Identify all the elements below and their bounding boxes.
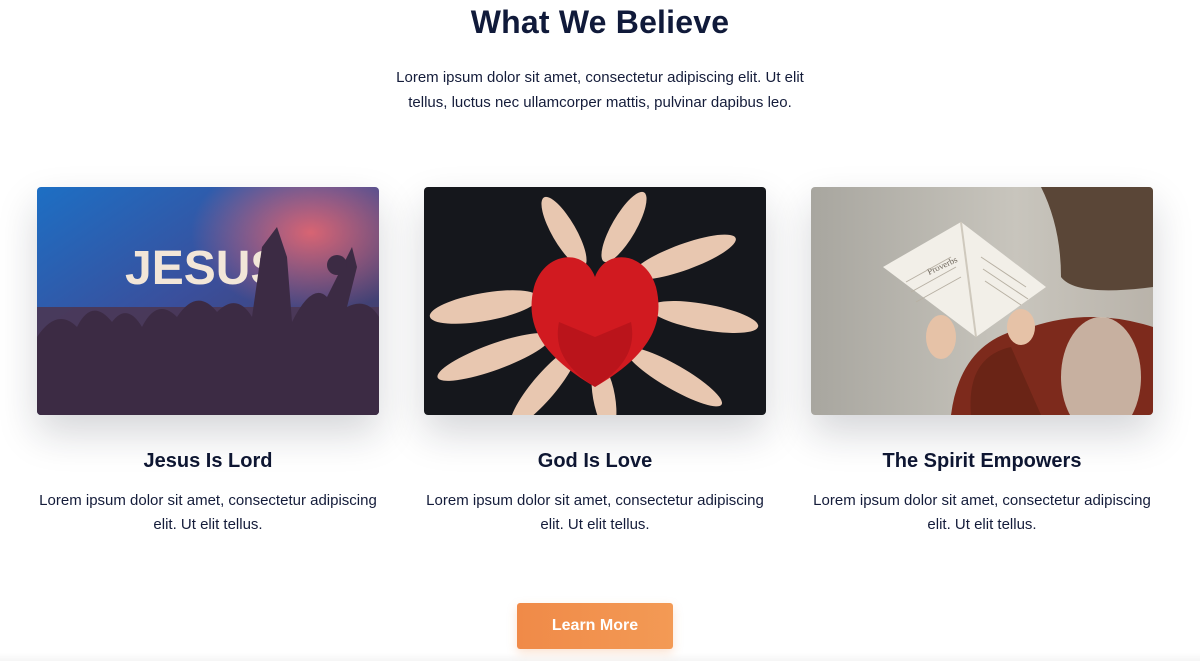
belief-card-god-is-love: God Is Love Lorem ipsum dolor sit amet, …: [424, 187, 766, 537]
section-intro: Lorem ipsum dolor sit amet, consectetur …: [396, 69, 804, 111]
card-title: God Is Love: [537, 450, 653, 472]
belief-card-the-spirit-empowers: Proverbs The Spirit Empowers Lorem ipsum…: [811, 187, 1153, 537]
card-text: Lorem ipsum dolor sit amet, consectetur …: [39, 492, 377, 533]
card-text: Lorem ipsum dolor sit amet, consectetur …: [426, 492, 764, 533]
woman-reading-bible-image: Proverbs: [811, 187, 1153, 415]
painted-hands-heart-image: [424, 187, 766, 415]
belief-card-jesus-is-lord: JESUS Jesus Is Lord Lorem ipsum dolor si…: [37, 187, 379, 537]
card-text: Lorem ipsum dolor sit amet, consectetur …: [813, 492, 1151, 533]
worship-concert-image: JESUS: [37, 187, 379, 415]
what-we-believe-section: What We Believe Lorem ipsum dolor sit am…: [0, 0, 1200, 661]
card-title: The Spirit Empowers: [882, 450, 1082, 472]
learn-more-button[interactable]: Learn More: [517, 603, 673, 649]
section-bottom-shadow: [0, 653, 1200, 661]
card-title: Jesus Is Lord: [143, 450, 273, 472]
section-title: What We Believe: [470, 4, 730, 40]
